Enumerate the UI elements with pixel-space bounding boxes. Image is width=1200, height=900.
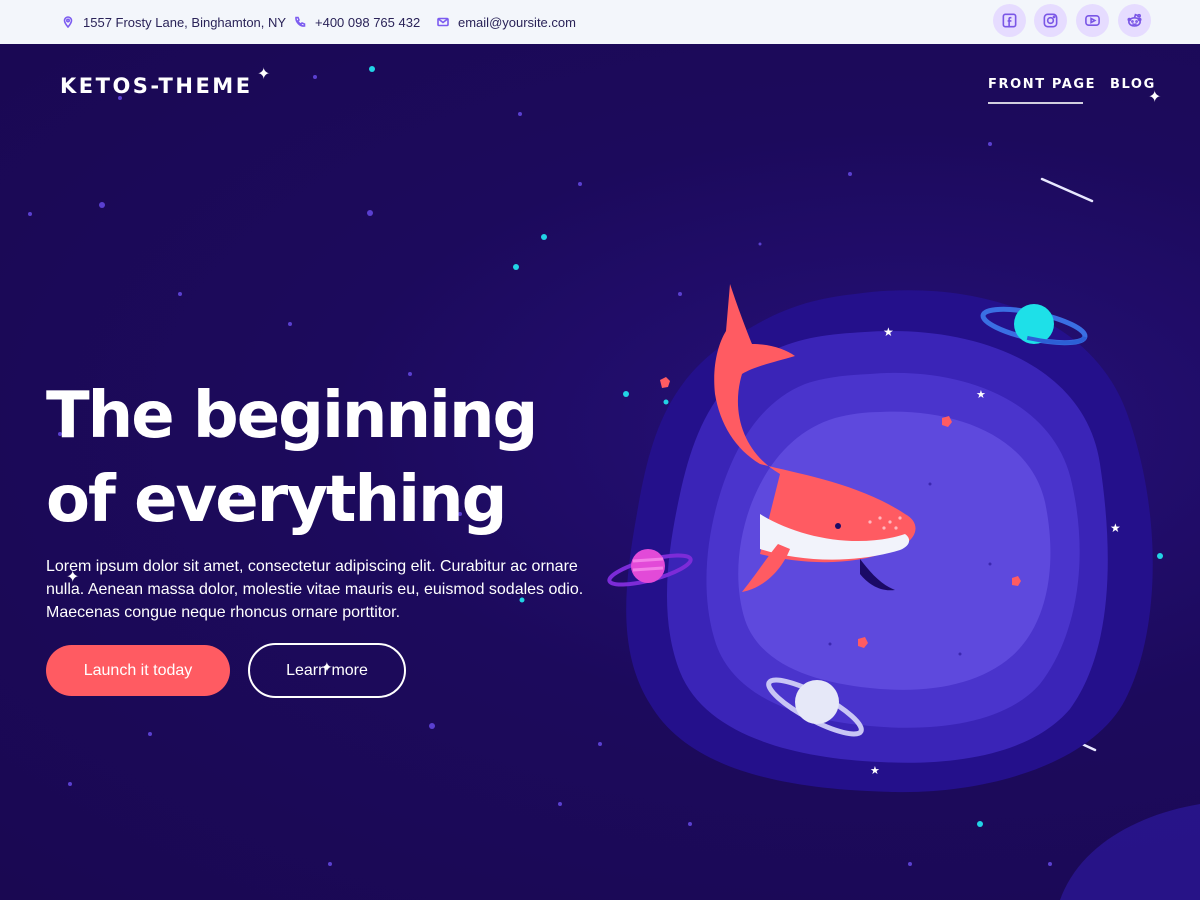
facebook-button[interactable] — [993, 4, 1026, 37]
phone-text: +400 098 765 432 — [315, 14, 421, 30]
svg-text:★: ★ — [976, 388, 986, 401]
phone-item[interactable]: +400 098 765 432 — [294, 0, 420, 44]
svg-text:★: ★ — [1110, 521, 1121, 535]
envelope-icon — [437, 17, 449, 27]
nav-front-page[interactable]: FRONT PAGE — [988, 77, 1096, 92]
hero-headline: The beginning of everything — [46, 374, 646, 542]
headline-line-2: of everything — [46, 463, 507, 537]
logo-star-icon: ✦ — [257, 66, 271, 83]
hero-section: ✦ ✦ ✦ ★ ★ ★ ★ KETOS-THEME ✦ FRONT PAGE B… — [0, 44, 1200, 900]
learn-more-button[interactable]: Learn more — [248, 643, 406, 698]
reddit-button[interactable] — [1118, 4, 1151, 37]
facebook-icon — [1002, 13, 1017, 28]
instagram-button[interactable] — [1034, 4, 1067, 37]
email-text: email@yoursite.com — [458, 14, 576, 30]
reddit-icon — [1127, 13, 1142, 27]
email-item[interactable]: email@yoursite.com — [437, 0, 576, 44]
headline-line-1: The beginning — [46, 379, 538, 453]
hero-text: Lorem ipsum dolor sit amet, consectetur … — [46, 558, 584, 621]
active-nav-underline — [988, 102, 1083, 104]
svg-text:★: ★ — [870, 764, 880, 777]
top-bar: 1557 Frosty Lane, Binghamton, NY +400 09… — [0, 0, 1200, 44]
youtube-icon — [1085, 14, 1100, 27]
phone-icon — [295, 16, 306, 27]
nav-blog[interactable]: BLOG — [1110, 77, 1156, 92]
location-pin-icon — [63, 16, 73, 28]
site-logo[interactable]: KETOS-THEME — [60, 74, 253, 98]
instagram-icon — [1043, 13, 1058, 28]
svg-text:★: ★ — [883, 325, 894, 339]
youtube-button[interactable] — [1076, 4, 1109, 37]
address-text: 1557 Frosty Lane, Binghamton, NY — [83, 14, 287, 30]
launch-button[interactable]: Launch it today — [46, 645, 230, 696]
address-item: 1557 Frosty Lane, Binghamton, NY — [62, 0, 286, 44]
